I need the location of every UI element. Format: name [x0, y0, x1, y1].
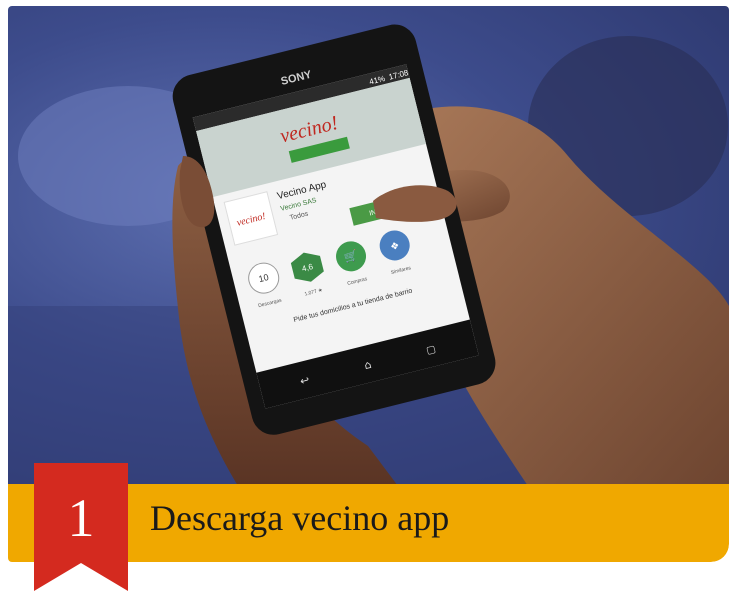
step-title: Descarga vecino app — [150, 498, 450, 538]
step-number: 1 — [67, 488, 95, 548]
phone-photo: SONY 41% 17:08 vecino! vecino! Vecino Ap… — [8, 6, 729, 486]
phone-illustration: SONY 41% 17:08 vecino! vecino! Vecino Ap… — [8, 24, 729, 486]
